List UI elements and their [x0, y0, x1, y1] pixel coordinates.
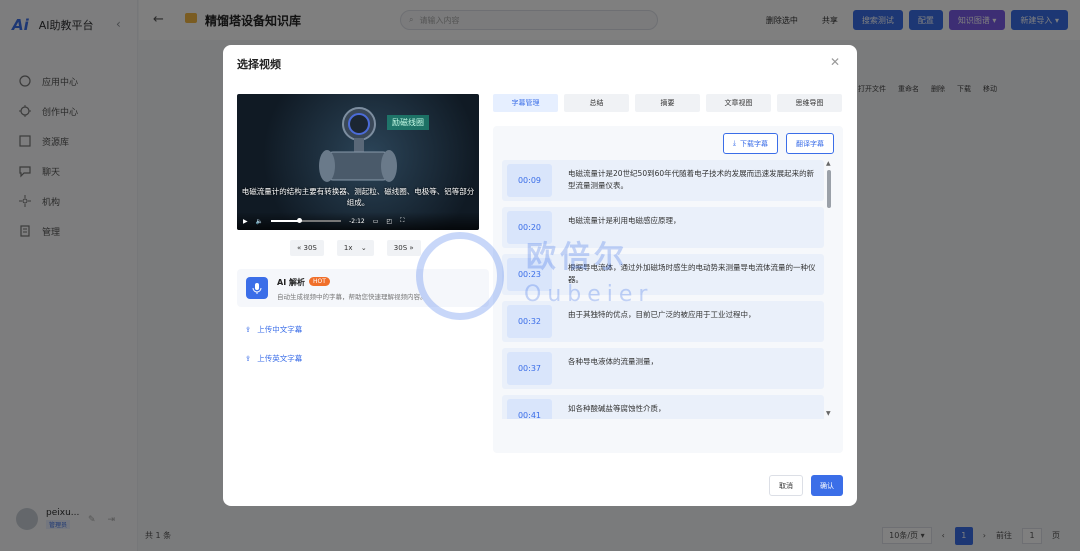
hot-badge: HOT [309, 277, 330, 286]
scroll-down-icon[interactable]: ▼ [826, 410, 831, 417]
subtitle-time[interactable]: 00:41 [507, 399, 552, 419]
rewind-30s-button[interactable]: « 30S [290, 240, 324, 256]
subtitle-text: 根据导电流体，通过外加磁场时感生的电动势来测量导电流体流量的一种仪器。 [568, 263, 816, 284]
ai-title: AI 解析 [277, 278, 305, 287]
dialog-footer: 取消 确认 [769, 475, 843, 496]
confirm-button[interactable]: 确认 [811, 475, 843, 496]
volume-icon[interactable]: 🔈 [256, 218, 263, 225]
tab-abstract[interactable]: 摘要 [635, 94, 700, 112]
forward-30s-button[interactable]: 30S » [386, 240, 421, 256]
subtitle-row[interactable]: 00:32 由于其独特的优点，目前已广泛的被应用于工业过程中， [502, 301, 824, 342]
select-video-dialog: 选择视频 ✕ 励磁线圈 电磁流量计的结构主要有转换器、测起粒、磁线圈、电极等、铝… [223, 45, 857, 506]
subtitle-text: 由于其独特的优点，目前已广泛的被应用于工业过程中， [568, 310, 756, 319]
translate-subtitle-button[interactable]: 翻译字幕 [786, 133, 834, 154]
tab-article-view[interactable]: 文章视图 [706, 94, 771, 112]
subtitle-time[interactable]: 00:23 [507, 258, 552, 291]
cancel-button[interactable]: 取消 [769, 475, 803, 496]
subtitle-text: 电磁流量计是20世纪50到60年代随着电子技术的发展而迅速发展起来的新型流量测量… [568, 169, 815, 190]
video-nav: « 30S 1x ⌄ 30S » [290, 240, 421, 256]
microphone-icon [246, 277, 268, 299]
dialog-title: 选择视频 [237, 58, 281, 71]
pip-icon[interactable]: ◰ [386, 218, 392, 225]
video-controls: ▶ 🔈 -2:12 ▭ ◰ ⛶ [237, 212, 479, 230]
speed-value: 1x [343, 244, 353, 252]
subtitle-row[interactable]: 00:41 如各种酸碱盐等腐蚀性介质， [502, 395, 824, 419]
video-progress-fill [271, 220, 300, 222]
download-subtitle-button[interactable]: ⤓ 下载字幕 [722, 133, 778, 154]
subtitle-text: 各种导电液体的流量测量， [568, 357, 658, 366]
speed-select[interactable]: 1x ⌄ [336, 240, 374, 256]
tab-mind-map[interactable]: 思维导图 [777, 94, 842, 112]
subtitle-text: 如各种酸碱盐等腐蚀性介质， [568, 404, 666, 413]
subtitle-row[interactable]: 00:37 各种导电液体的流量测量， [502, 348, 824, 389]
video-time: -2:12 [349, 217, 365, 225]
upload-english-subtitle-link[interactable]: ⇪ 上传英文字幕 [245, 353, 302, 364]
tab-summary[interactable]: 总结 [564, 94, 629, 112]
subtitle-time[interactable]: 00:37 [507, 352, 552, 385]
video-player[interactable]: 励磁线圈 电磁流量计的结构主要有转换器、测起粒、磁线圈、电极等、铝等部分组成。 … [237, 94, 479, 230]
scrollbar-thumb[interactable] [827, 170, 831, 208]
close-icon[interactable]: ✕ [830, 55, 840, 69]
subtitle-time[interactable]: 00:32 [507, 305, 552, 338]
fullscreen-icon[interactable]: ⛶ [400, 217, 404, 225]
subtitle-time[interactable]: 00:09 [507, 164, 552, 197]
upload-label: 上传中文字幕 [257, 325, 303, 334]
video-progress[interactable] [271, 218, 342, 223]
ai-analysis-card[interactable]: AI 解析 HOT 自动生成视频中的字幕，帮助您快速理解视频内容。 [237, 269, 489, 307]
subtitle-scrollbar[interactable]: ▲ ▼ [826, 160, 831, 417]
video-subtitle: 电磁流量计的结构主要有转换器、测起粒、磁线圈、电极等、铝等部分组成。 [241, 187, 475, 207]
subtitle-text: 电磁流量计是利用电磁感应原理， [568, 216, 681, 225]
subtitle-panel: ⤓ 下载字幕 翻译字幕 00:09 电磁流量计是20世纪50到60年代随着电子技术… [493, 126, 843, 453]
subtitle-row[interactable]: 00:23 根据导电流体，通过外加磁场时感生的电动势来测量导电流体流量的一种仪器… [502, 254, 824, 295]
tab-subtitle-management[interactable]: 字幕管理 [493, 94, 558, 112]
subtitle-row[interactable]: 00:20 电磁流量计是利用电磁感应原理， [502, 207, 824, 248]
subtitle-row[interactable]: 00:09 电磁流量计是20世纪50到60年代随着电子技术的发展而迅速发展起来的… [502, 160, 824, 201]
upload-chinese-subtitle-link[interactable]: ⇪ 上传中文字幕 [245, 324, 302, 335]
subtitle-actions: ⤓ 下载字幕 翻译字幕 [722, 133, 834, 154]
upload-icon: ⇪ [245, 354, 252, 363]
upload-label: 上传英文字幕 [257, 354, 303, 363]
content-tabs: 字幕管理 总结 摘要 文章视图 思维导图 [493, 94, 842, 112]
subtitle-time[interactable]: 00:20 [507, 211, 552, 244]
scroll-up-icon[interactable]: ▲ [826, 160, 831, 167]
captions-icon[interactable]: ▭ [373, 218, 379, 225]
video-progress-handle[interactable] [297, 218, 303, 223]
play-icon[interactable]: ▶ [243, 218, 248, 225]
video-overlay-tag: 励磁线圈 [387, 115, 429, 130]
ai-description: 自动生成视频中的字幕，帮助您快速理解视频内容。 [277, 293, 427, 301]
subtitle-list: 00:09 电磁流量计是20世纪50到60年代随着电子技术的发展而迅速发展起来的… [502, 160, 824, 419]
download-label: 下载字幕 [740, 139, 768, 148]
download-icon: ⤓ [732, 139, 736, 147]
upload-icon: ⇪ [245, 325, 252, 334]
